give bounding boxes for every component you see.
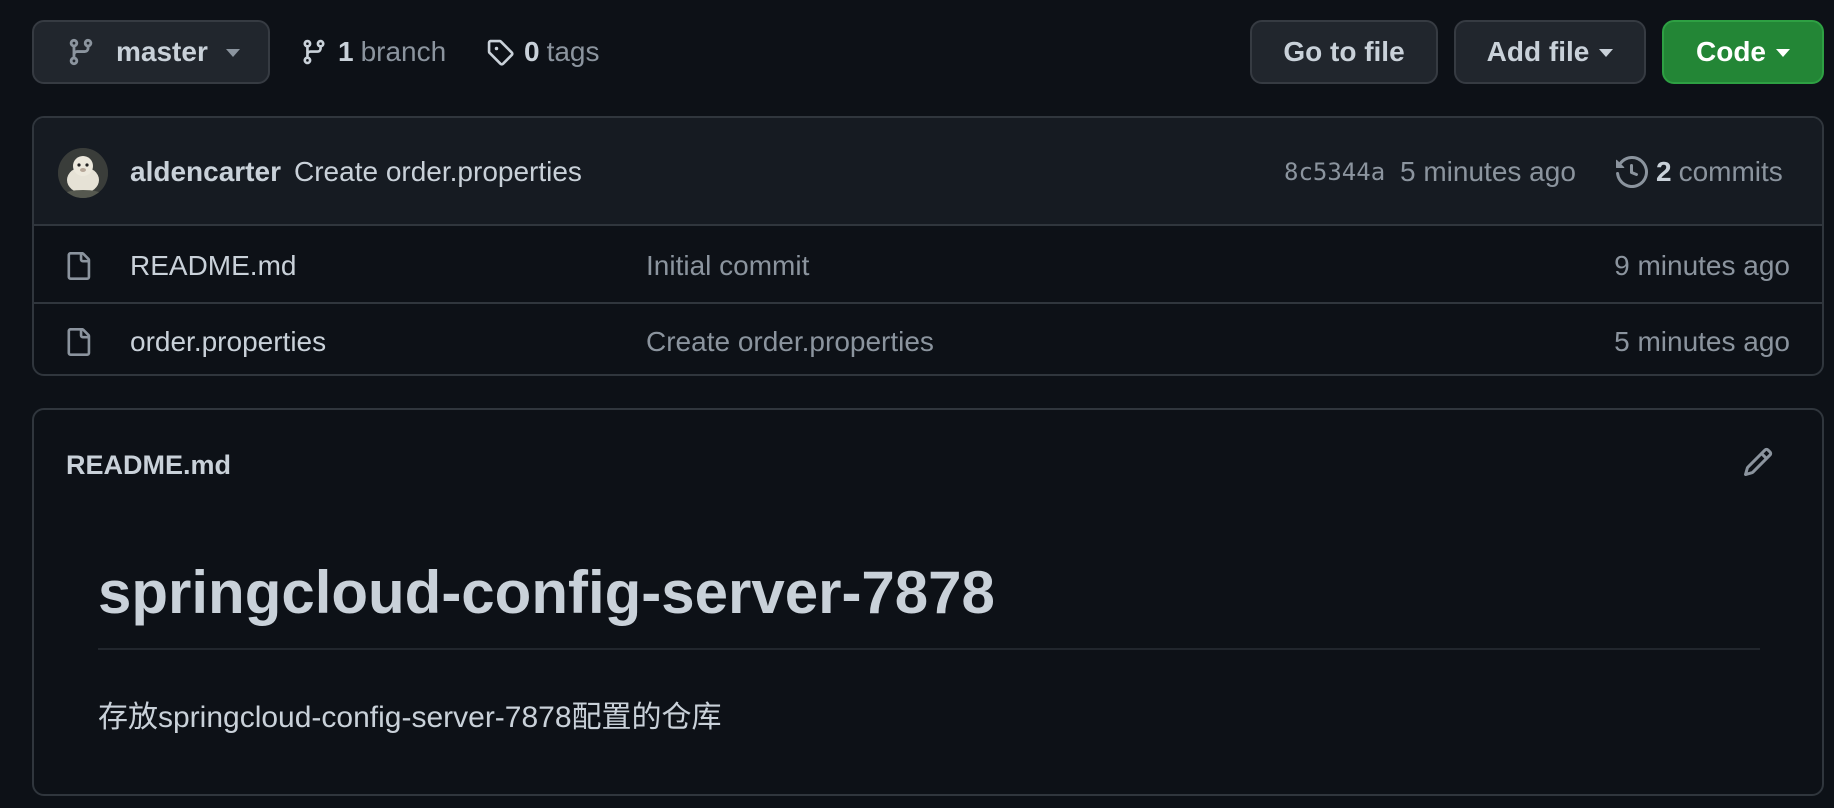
file-icon [67, 328, 91, 356]
code-button[interactable]: Code [1662, 20, 1824, 84]
chevron-down-icon [225, 49, 240, 57]
branches-link[interactable]: 1 branch [300, 20, 446, 84]
tag-icon [487, 39, 514, 66]
chevron-down-icon [1776, 49, 1790, 57]
commit-count: 2 [1656, 156, 1672, 187]
branch-label: branch [360, 36, 447, 67]
git-branch-icon [69, 38, 93, 66]
chevron-down-icon [1599, 49, 1614, 57]
add-file-label: Add file [1486, 36, 1590, 67]
avatar-image [58, 148, 108, 198]
tag-count: 0 [524, 36, 540, 67]
file-commit-message[interactable]: Initial commit [646, 250, 809, 282]
file-commit-time: 5 minutes ago [1614, 326, 1790, 357]
history-icon [1616, 156, 1648, 188]
git-branch-icon [303, 39, 325, 65]
repo-toolbar: master 1 branch 0 tags Go to file Add fi… [0, 0, 1834, 104]
file-row: order.properties Create order.properties… [34, 302, 1822, 374]
file-name[interactable]: README.md [130, 250, 296, 282]
file-name[interactable]: order.properties [130, 326, 326, 358]
readme-title[interactable]: README.md [66, 450, 231, 481]
file-browser: aldencarter Create order.properties 8c53… [32, 116, 1824, 376]
latest-commit-bar: aldencarter Create order.properties 8c53… [34, 118, 1822, 226]
repo-page: master 1 branch 0 tags Go to file Add fi… [0, 0, 1834, 808]
commit-count-label: commits [1678, 156, 1783, 187]
file-commit-time: 9 minutes ago [1614, 250, 1790, 281]
go-to-file-button[interactable]: Go to file [1250, 20, 1438, 84]
tag-label: tags [546, 36, 600, 67]
pencil-icon[interactable] [1742, 446, 1774, 478]
commit-author[interactable]: aldencarter [130, 156, 281, 188]
commit-sha[interactable]: 8c5344a [1284, 158, 1385, 186]
avatar[interactable] [58, 148, 108, 198]
branch-name: master [116, 36, 208, 67]
branch-count: 1 [338, 36, 354, 67]
commits-link[interactable]: 2 commits [1616, 148, 1783, 196]
readme-paragraph: 存放springcloud-config-server-7878配置的仓库 [98, 701, 722, 734]
heading-divider [98, 648, 1760, 650]
file-row: README.md Initial commit 9 minutes ago [34, 228, 1822, 302]
commit-time: 5 minutes ago [1400, 156, 1576, 187]
commit-message[interactable]: Create order.properties [294, 156, 582, 188]
add-file-button[interactable]: Add file [1454, 20, 1646, 84]
readme-panel: README.md springcloud-config-server-7878… [32, 408, 1824, 796]
file-icon [67, 252, 91, 280]
file-commit-message[interactable]: Create order.properties [646, 326, 934, 358]
tags-link[interactable]: 0 tags [486, 20, 600, 84]
branch-selector-button[interactable]: master [32, 20, 270, 84]
readme-heading: springcloud-config-server-7878 [98, 559, 995, 626]
code-label: Code [1696, 36, 1766, 67]
